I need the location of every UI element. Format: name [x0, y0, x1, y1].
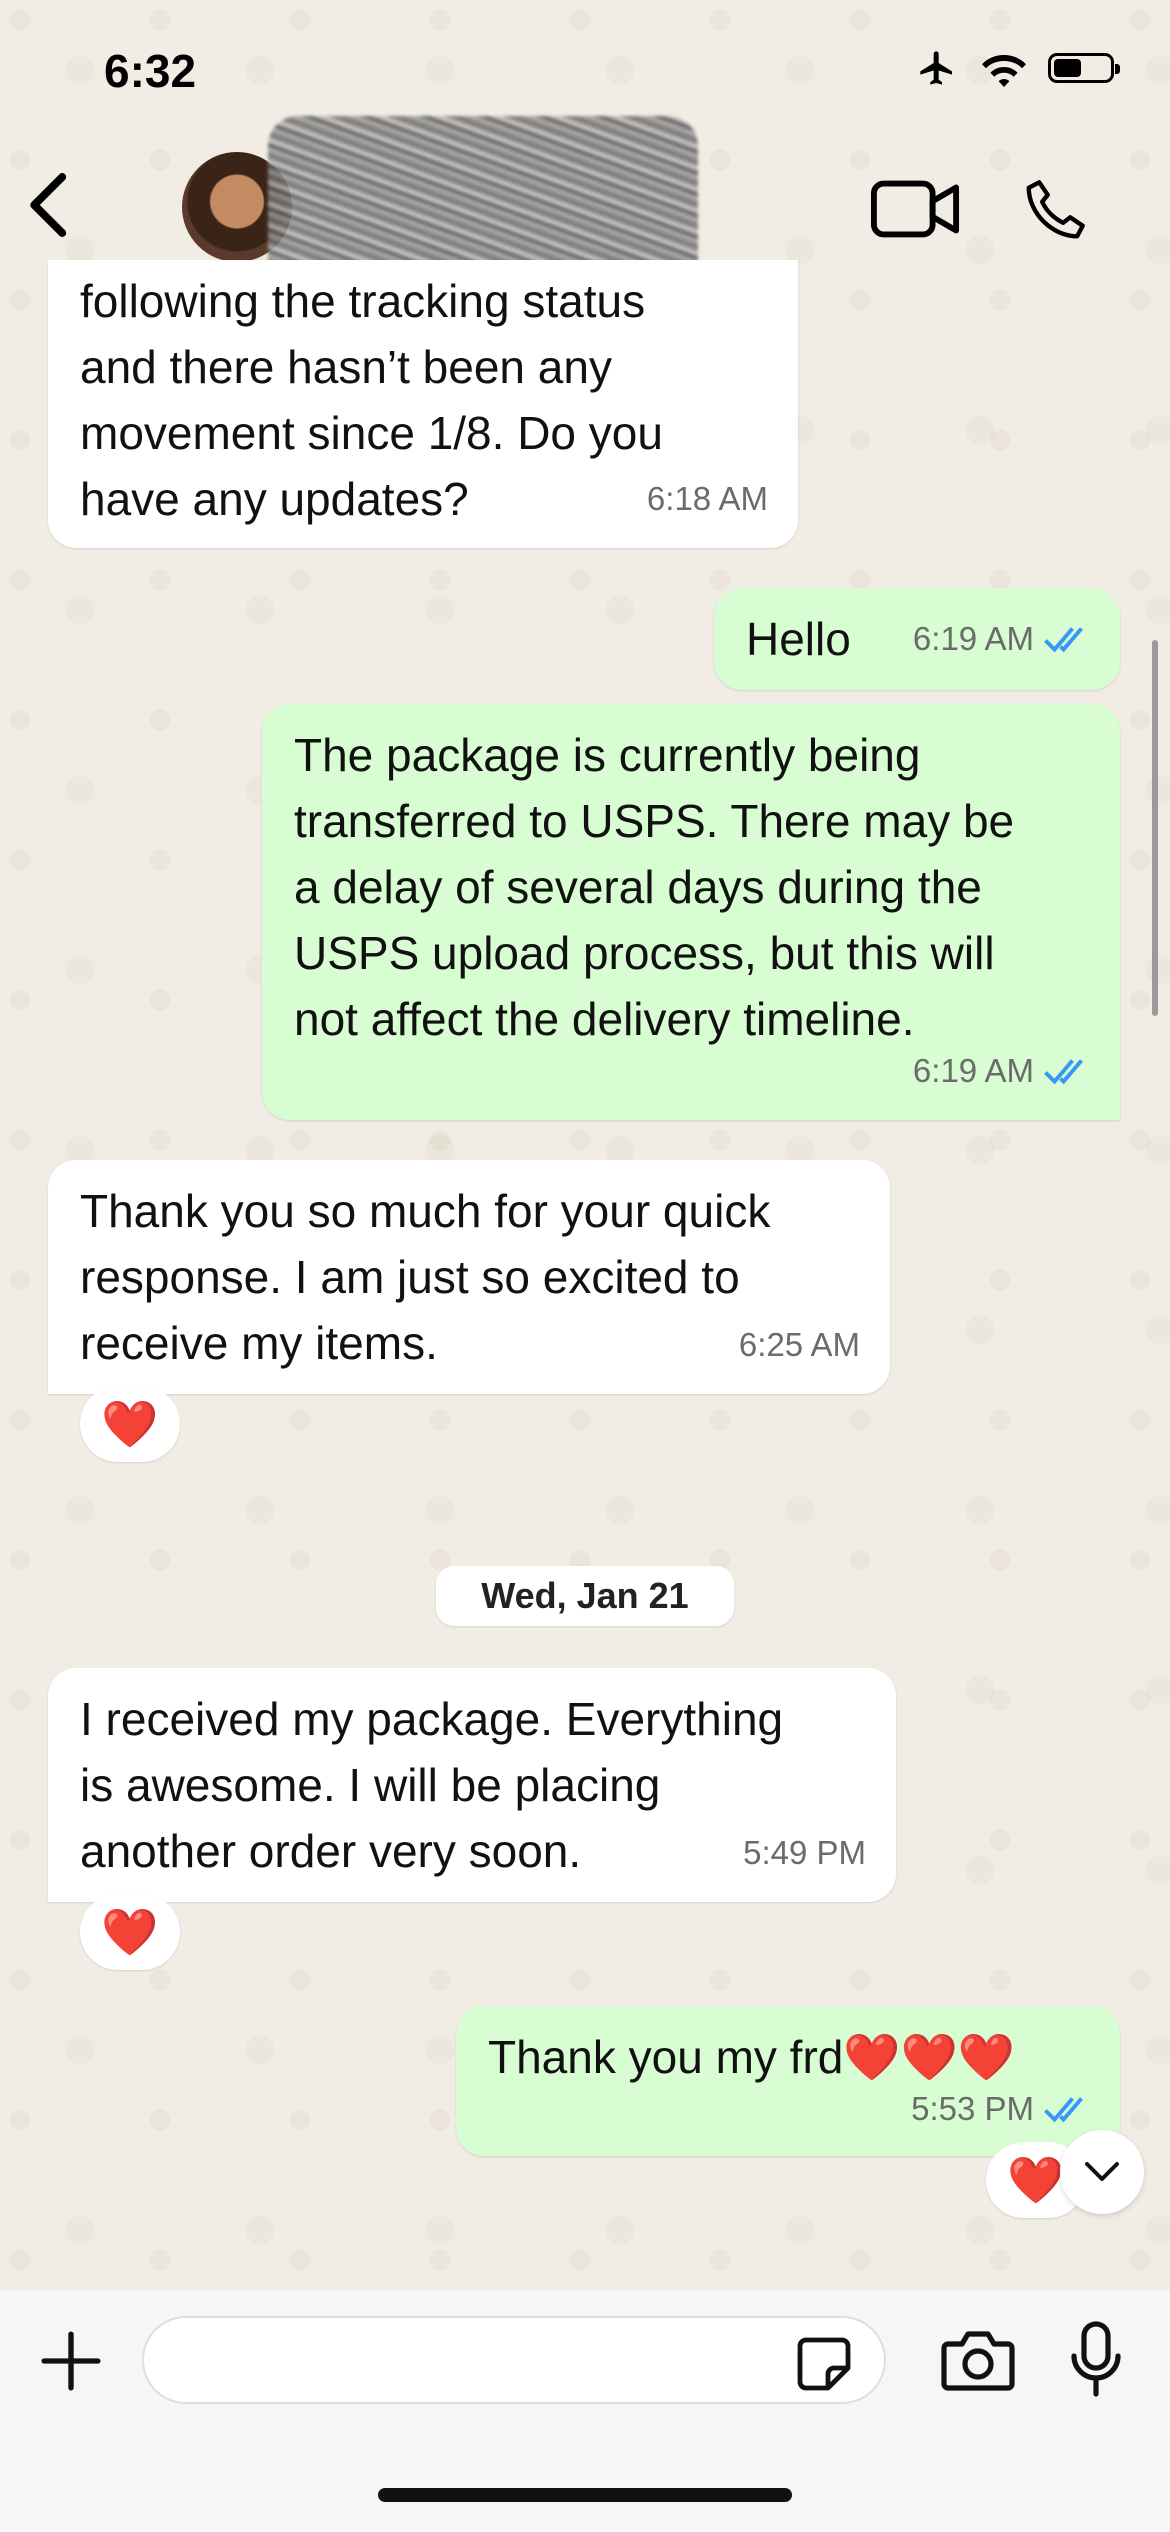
heart-reaction-icon: ❤️: [101, 1397, 159, 1450]
message-outgoing[interactable]: The package is currently being transferr…: [262, 704, 1120, 1120]
message-time: 6:25 AM: [738, 1326, 860, 1363]
home-indicator: [378, 2488, 792, 2502]
message-time: 6:19 AM: [913, 1038, 1094, 1104]
message-time: 5:49 PM: [743, 1834, 866, 1871]
battery-icon: [1048, 53, 1120, 83]
camera-button[interactable]: [940, 2328, 1016, 2392]
heart-reaction-icon: ❤️: [101, 1905, 159, 1958]
status-time: 6:32: [104, 45, 197, 97]
video-call-button[interactable]: [870, 174, 960, 244]
microphone-button[interactable]: [1068, 2320, 1124, 2400]
date-separator: Wed, Jan 21: [436, 1566, 734, 1626]
message-incoming[interactable]: following the tracking status and there …: [48, 260, 798, 548]
message-incoming[interactable]: Thank you so much for your quick respons…: [48, 1160, 890, 1394]
message-input[interactable]: [142, 2316, 886, 2404]
chat-header: [0, 116, 1170, 286]
read-ticks-icon: [1044, 627, 1083, 653]
scroll-to-bottom-button[interactable]: [1060, 2130, 1144, 2214]
message-time: 6:18 AM: [646, 480, 768, 517]
message-reaction[interactable]: ❤️: [80, 1386, 180, 1462]
message-reaction[interactable]: ❤️: [80, 1894, 180, 1970]
heart-reaction-icon: ❤️: [1007, 2153, 1065, 2206]
read-ticks-icon: [1044, 1059, 1083, 1085]
read-ticks-icon: [1044, 2097, 1083, 2123]
back-button[interactable]: [20, 170, 80, 240]
voice-call-button[interactable]: [1020, 170, 1090, 250]
message-outgoing[interactable]: Hello 6:19 AM: [714, 588, 1120, 690]
status-icons: [914, 48, 1120, 88]
airplane-icon: [920, 51, 952, 85]
message-time: 5:53 PM: [911, 2076, 1094, 2142]
sticker-button[interactable]: [794, 2334, 854, 2394]
message-text: The package is currently being transferr…: [294, 729, 1015, 1045]
battery-level: [1054, 59, 1081, 77]
message-time: 6:19 AM: [913, 606, 1094, 672]
message-incoming[interactable]: I received my package. Everything is awe…: [48, 1668, 896, 1902]
wifi-icon: [982, 55, 1026, 87]
scroll-indicator[interactable]: [1152, 640, 1158, 1016]
chevron-down-icon: [1085, 2162, 1119, 2181]
message-outgoing[interactable]: Thank you my frd❤️❤️❤️ 5:53 PM: [456, 2006, 1120, 2156]
attach-plus-button[interactable]: [40, 2330, 102, 2392]
